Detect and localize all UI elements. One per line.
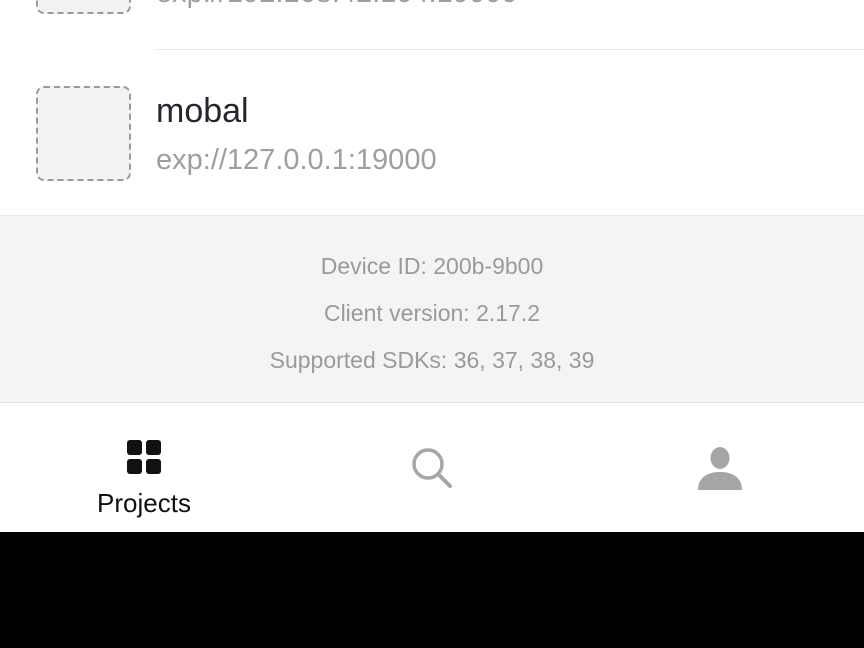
- project-placeholder-icon: [36, 0, 131, 14]
- project-row[interactable]: exp://192.168.42.104:19000: [0, 0, 864, 48]
- row-divider: [156, 49, 864, 50]
- tab-projects-label: Projects: [97, 488, 191, 518]
- supported-sdks-text: Supported SDKs: 36, 37, 38, 39: [269, 347, 595, 373]
- project-url: exp://192.168.42.104:19000: [156, 0, 517, 12]
- tab-profile[interactable]: [576, 403, 864, 532]
- client-version-text: Client version: 2.17.2: [323, 300, 541, 326]
- tab-projects[interactable]: Projects: [0, 403, 288, 532]
- profile-icon: [698, 447, 742, 490]
- search-icon: [412, 448, 452, 488]
- project-placeholder-icon: [36, 86, 131, 181]
- device-info-panel: Device ID: 200b-9b00 Client version: 2.1…: [0, 215, 864, 403]
- project-url: exp://127.0.0.1:19000: [156, 144, 437, 176]
- project-name: mobal: [156, 92, 249, 130]
- grid-icon: [127, 440, 161, 474]
- tab-explore[interactable]: [288, 403, 576, 532]
- app-screen: exp://192.168.42.104:19000 mobal exp://1…: [0, 0, 864, 532]
- device-id-text: Device ID: 200b-9b00: [320, 253, 544, 279]
- bottom-tab-bar: Projects: [0, 403, 864, 532]
- system-nav-area: [0, 532, 864, 648]
- project-row[interactable]: mobal exp://127.0.0.1:19000: [0, 49, 864, 215]
